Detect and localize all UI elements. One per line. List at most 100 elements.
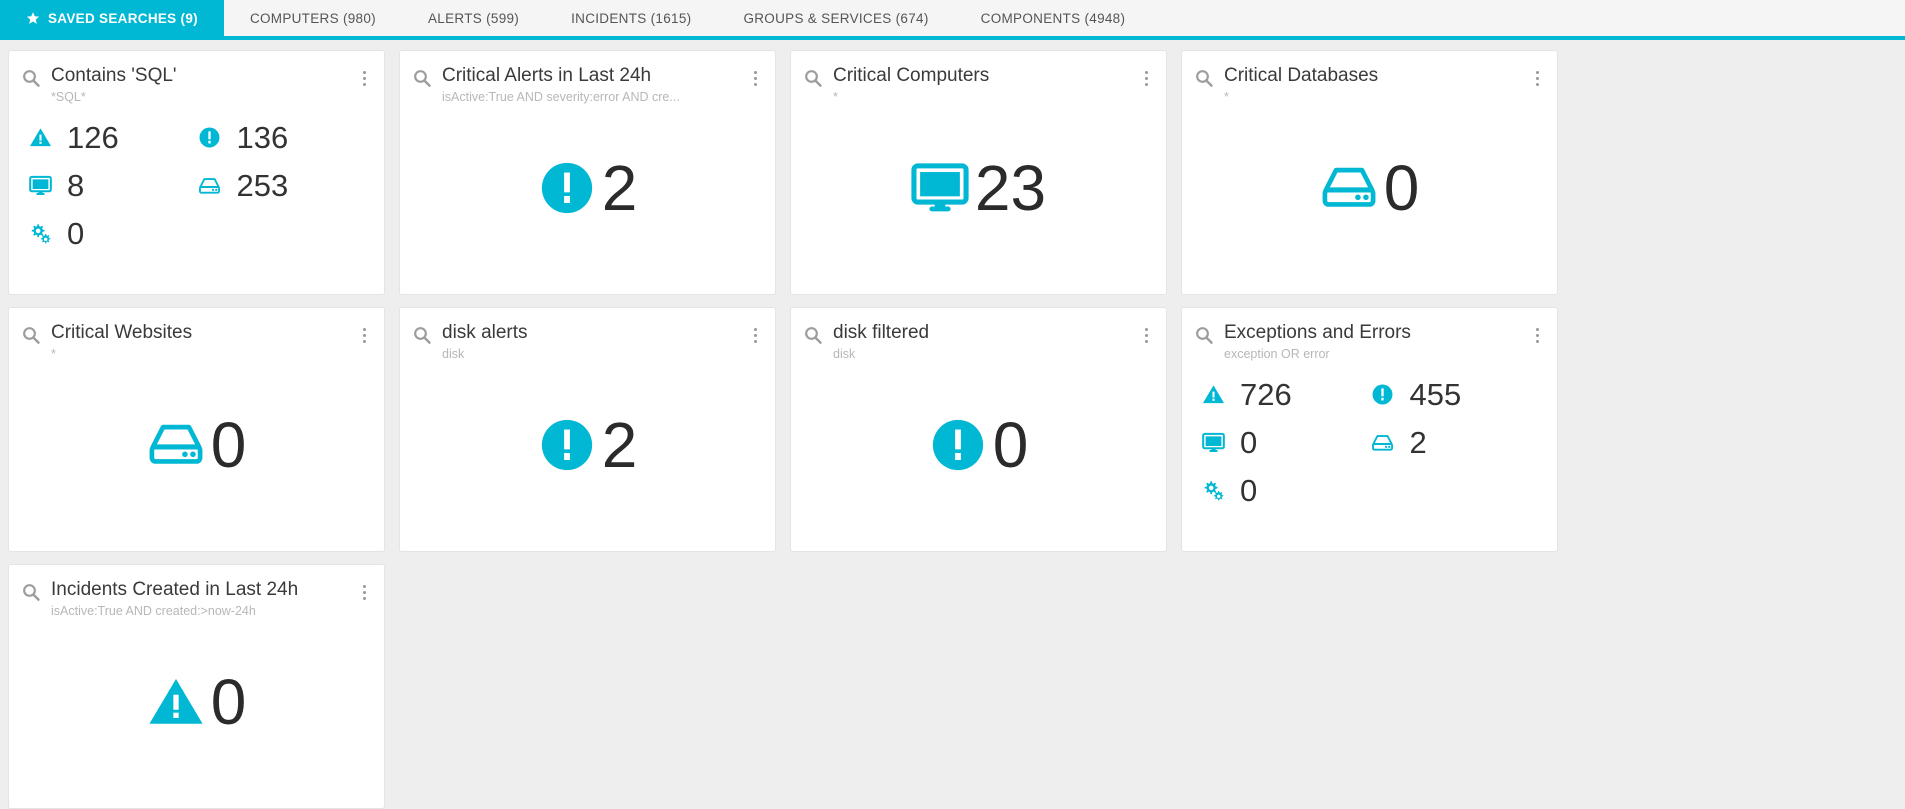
card-menu-icon[interactable] xyxy=(1529,65,1545,86)
card-body: 0 xyxy=(1182,104,1557,294)
stat-item[interactable]: 136 xyxy=(197,114,367,162)
card-body: 0 xyxy=(9,618,384,808)
card-header-text: disk alerts disk xyxy=(442,322,737,361)
card-menu-icon[interactable] xyxy=(1529,322,1545,343)
saved-search-card[interactable]: Critical Databases * 0 xyxy=(1181,50,1558,295)
saved-search-card[interactable]: Critical Computers * 23 xyxy=(790,50,1167,295)
stat-item[interactable]: 455 xyxy=(1370,371,1540,419)
monitor-icon xyxy=(27,175,53,196)
harddrive-icon xyxy=(147,422,205,467)
saved-search-card[interactable]: Exceptions and Errors exception OR error … xyxy=(1181,307,1558,552)
tab-label: GROUPS & SERVICES (674) xyxy=(743,10,929,26)
stat-value: 0 xyxy=(1240,425,1258,461)
card-title: Critical Websites xyxy=(51,322,193,343)
card-query-subtitle: *SQL* xyxy=(51,89,86,104)
search-icon xyxy=(1194,68,1214,88)
search-icon xyxy=(412,325,432,345)
card-title: Critical Computers xyxy=(833,65,990,86)
monitor-icon xyxy=(1200,432,1226,453)
card-header-text: Critical Databases * xyxy=(1224,65,1519,104)
search-icon xyxy=(1194,325,1214,345)
tab-label: ALERTS (599) xyxy=(427,10,520,26)
tab-incidents-1615[interactable]: INCIDENTS (1615) xyxy=(545,0,717,36)
card-menu-icon[interactable] xyxy=(747,65,763,86)
card-menu-icon[interactable] xyxy=(1138,322,1154,343)
big-stat[interactable]: 0 xyxy=(791,361,1166,551)
card-menu-icon[interactable] xyxy=(356,322,372,343)
big-stat[interactable]: 0 xyxy=(9,361,384,551)
warning-triangle-icon xyxy=(27,126,53,149)
big-stat-value: 23 xyxy=(974,151,1047,224)
saved-search-card[interactable]: Critical Websites * 0 xyxy=(8,307,385,552)
card-header-text: Incidents Created in Last 24h isActive:Tr… xyxy=(51,579,346,618)
card-menu-icon[interactable] xyxy=(356,579,372,600)
tab-label: COMPUTERS (980) xyxy=(249,10,376,26)
stat-item[interactable]: 0 xyxy=(27,210,197,258)
card-body: 0 xyxy=(9,361,384,551)
tab-label: SAVED SEARCHES (9) xyxy=(48,10,198,26)
stat-item[interactable]: 253 xyxy=(197,162,367,210)
big-stat[interactable]: 2 xyxy=(400,104,775,294)
stat-value: 726 xyxy=(1240,377,1292,413)
big-stat[interactable]: 23 xyxy=(791,104,1166,294)
card-body: 2 xyxy=(400,361,775,551)
big-stat[interactable]: 2 xyxy=(400,361,775,551)
card-header: disk filtered disk xyxy=(791,308,1166,361)
warning-triangle-icon xyxy=(147,673,205,731)
tab-computers-980[interactable]: COMPUTERS (980) xyxy=(224,0,402,36)
card-header: Contains 'SQL' *SQL* xyxy=(9,51,384,104)
card-header-text: Critical Websites * xyxy=(51,322,346,361)
stat-item[interactable]: 0 xyxy=(1200,467,1370,515)
harddrive-icon xyxy=(197,177,223,195)
card-menu-icon[interactable] xyxy=(356,65,372,86)
stat-grid: 726 455 0 2 0 xyxy=(1182,361,1557,551)
card-query-subtitle: disk xyxy=(442,346,465,361)
stat-item[interactable]: 8 xyxy=(27,162,197,210)
big-stat[interactable]: 0 xyxy=(1182,104,1557,294)
stat-value: 136 xyxy=(236,120,289,156)
tab-groups-services-674[interactable]: GROUPS & SERVICES (674) xyxy=(717,0,954,36)
stat-value: 126 xyxy=(67,120,119,156)
exclamation-circle-icon xyxy=(1370,383,1396,406)
card-title: Incidents Created in Last 24h xyxy=(51,579,299,600)
big-stat[interactable]: 0 xyxy=(9,618,384,808)
card-body: 726 455 0 2 0 xyxy=(1182,361,1557,551)
search-icon xyxy=(412,68,432,88)
stat-value: 8 xyxy=(67,168,85,204)
tab-components-4948[interactable]: COMPONENTS (4948) xyxy=(955,0,1152,36)
card-query-subtitle: exception OR error xyxy=(1224,346,1330,361)
stat-item[interactable]: 126 xyxy=(27,114,197,162)
warning-triangle-icon xyxy=(1200,383,1226,406)
stat-item[interactable]: 2 xyxy=(1370,419,1540,467)
saved-search-card[interactable]: Contains 'SQL' *SQL* 126 136 8 253 0 xyxy=(8,50,385,295)
stat-item[interactable]: 726 xyxy=(1200,371,1370,419)
stat-value: 2 xyxy=(1409,425,1427,461)
big-stat-value: 0 xyxy=(992,408,1029,481)
big-stat-value: 0 xyxy=(210,408,247,481)
card-header: Exceptions and Errors exception OR error xyxy=(1182,308,1557,361)
card-title: disk alerts xyxy=(442,322,528,343)
saved-searches-board: Contains 'SQL' *SQL* 126 136 8 253 0 Cri… xyxy=(0,40,1905,809)
harddrive-icon xyxy=(1320,165,1378,210)
stat-value: 0 xyxy=(1240,473,1258,509)
tab-label: INCIDENTS (1615) xyxy=(571,10,692,26)
saved-search-card[interactable]: disk alerts disk 2 xyxy=(399,307,776,552)
card-body: 0 xyxy=(791,361,1166,551)
stat-value: 455 xyxy=(1409,377,1462,413)
card-menu-icon[interactable] xyxy=(1138,65,1154,86)
tab-alerts-599[interactable]: ALERTS (599) xyxy=(402,0,545,36)
saved-search-card[interactable]: Critical Alerts in Last 24h isActive:True… xyxy=(399,50,776,295)
saved-search-card[interactable]: Incidents Created in Last 24h isActive:Tr… xyxy=(8,564,385,809)
tab-saved-searches-9[interactable]: SAVED SEARCHES (9) xyxy=(0,0,224,36)
top-navigation: SAVED SEARCHES (9) COMPUTERS (980) ALERTS … xyxy=(0,0,1905,40)
monitor-icon xyxy=(911,161,969,214)
card-header: Critical Computers * xyxy=(791,51,1166,104)
big-stat-value: 0 xyxy=(1383,151,1420,224)
card-header-text: disk filtered disk xyxy=(833,322,1128,361)
stat-item[interactable]: 0 xyxy=(1200,419,1370,467)
card-menu-icon[interactable] xyxy=(747,322,763,343)
card-header-text: Critical Computers * xyxy=(833,65,1128,104)
card-title: Critical Databases xyxy=(1224,65,1379,86)
search-icon xyxy=(803,68,823,88)
saved-search-card[interactable]: disk filtered disk 0 xyxy=(790,307,1167,552)
